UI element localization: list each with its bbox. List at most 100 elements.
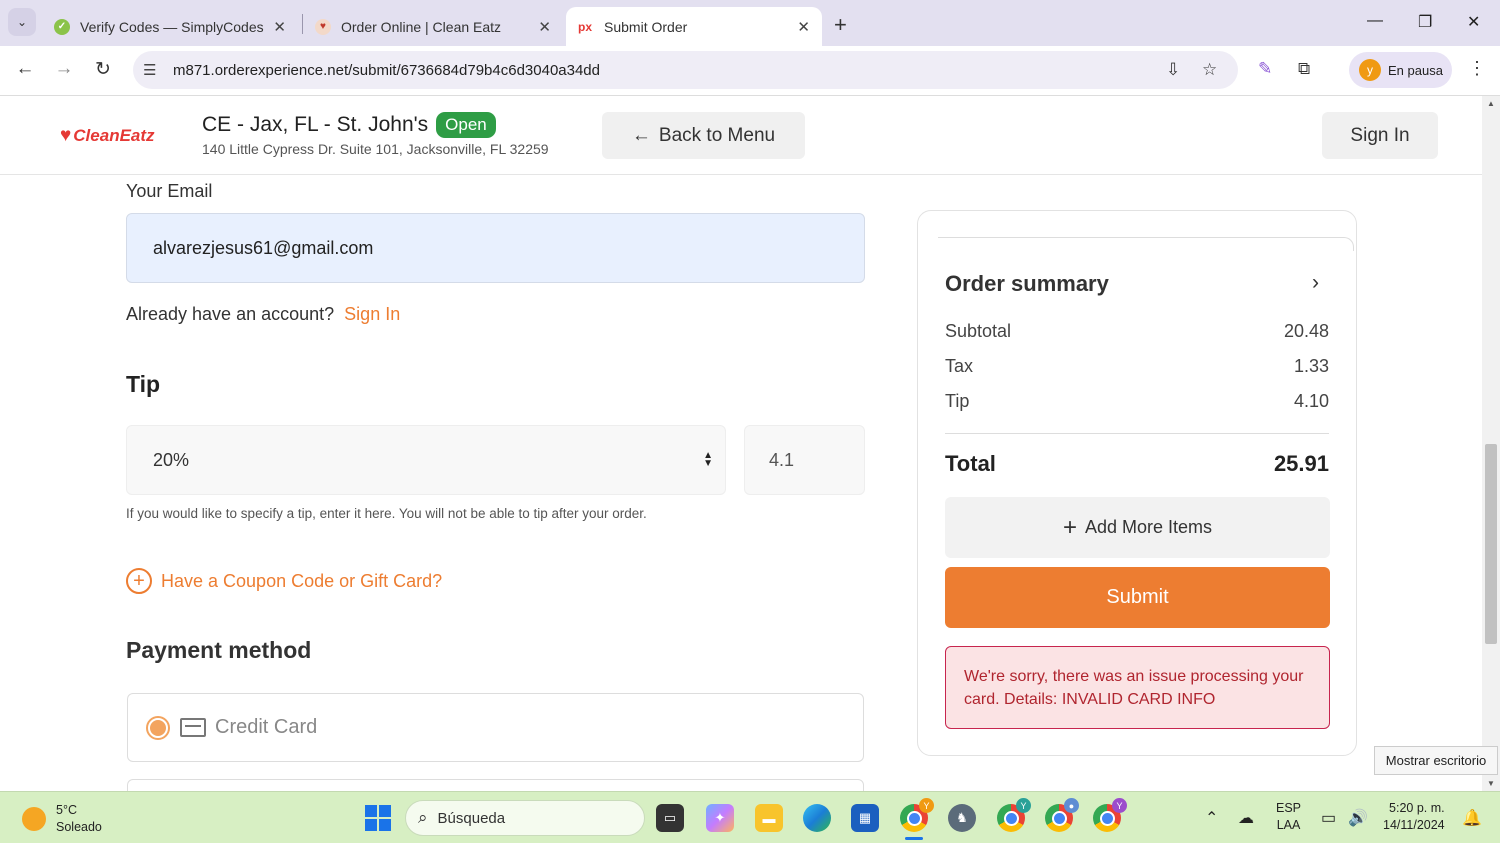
order-summary-title: Order summary	[945, 271, 1109, 296]
site-settings-icon[interactable]: ☰	[143, 61, 156, 79]
tip-help-text: If you would like to specify a tip, ente…	[126, 506, 647, 521]
lang-top: ESP	[1276, 801, 1302, 815]
profile-badge: Y	[919, 798, 934, 813]
forward-icon[interactable]: →	[51, 58, 77, 80]
microsoft-store-icon[interactable]: ▦	[851, 804, 879, 832]
network-icon[interactable]: ☁	[1238, 808, 1254, 828]
profile-badge: Y	[1016, 798, 1031, 813]
copilot-icon[interactable]: ✦	[706, 804, 734, 832]
tab-title: Order Online | Clean Eatz	[341, 18, 502, 35]
install-app-icon[interactable]: ⇩	[1166, 60, 1180, 80]
bookmark-star-icon[interactable]: ☆	[1202, 60, 1217, 80]
select-arrows-icon: ▲ ▼	[703, 450, 713, 469]
avatar: y	[1359, 59, 1381, 81]
subtotal-label: Subtotal	[945, 321, 1012, 341]
site-header: ♥ CleanEatz CE - Jax, FL - St. John's Op…	[0, 96, 1482, 175]
tab-clean-eatz[interactable]: ♥ Order Online | Clean Eatz ✕	[303, 7, 563, 46]
check-icon: ✓	[54, 18, 70, 35]
credit-card-option[interactable]: Credit Card	[127, 693, 864, 762]
clean-eatz-logo[interactable]: ♥ CleanEatz	[60, 125, 155, 147]
plus-circle-icon: +	[126, 568, 152, 594]
show-desktop-tooltip: Mostrar escritorio	[1374, 746, 1498, 775]
chevron-up-icon[interactable]: ⌃	[1205, 808, 1218, 828]
close-tab-icon[interactable]: ✕	[538, 18, 551, 36]
store-address: 140 Little Cypress Dr. Suite 101, Jackso…	[202, 141, 549, 157]
notifications-icon[interactable]: 🔔	[1462, 808, 1482, 828]
app-avatar-icon[interactable]: ♞	[948, 804, 976, 832]
pen-extension-icon[interactable]: ✎	[1258, 59, 1272, 79]
lang-bottom: LAA	[1276, 818, 1301, 832]
date-text: 14/11/2024	[1383, 818, 1445, 832]
new-tab-icon[interactable]: +	[834, 12, 847, 38]
scroll-down-icon[interactable]: ▼	[1487, 779, 1495, 788]
tab-verify-codes[interactable]: ✓ Verify Codes — SimplyCodes ✕	[42, 7, 298, 46]
tip-amount-input[interactable]: 4.1	[744, 425, 865, 495]
payment-method-heading: Payment method	[126, 637, 312, 663]
page-scrollbar[interactable]: ▲ ▼	[1482, 96, 1500, 791]
close-window-icon[interactable]: ✕	[1467, 12, 1480, 32]
checkout-content: Your Email alvarezjesus61@gmail.com Alre…	[0, 175, 1482, 791]
logo-text: CleanEatz	[73, 126, 155, 145]
taskbar-search[interactable]: ⌕ Búsqueda	[405, 800, 645, 836]
browser-menu-icon[interactable]: ⋮	[1468, 58, 1486, 79]
time-text: 5:20 p. m.	[1389, 801, 1445, 815]
weather-widget[interactable]: 5°C Soleado	[22, 802, 102, 836]
chevron-right-icon[interactable]: ›	[1312, 271, 1319, 295]
back-icon[interactable]: ←	[12, 58, 38, 80]
back-to-menu-label: Back to Menu	[658, 124, 776, 146]
sign-in-button[interactable]: Sign In	[1322, 112, 1438, 159]
tip-value: 4.10	[1293, 391, 1329, 411]
total-value: 25.91	[1273, 451, 1329, 476]
sun-icon	[22, 807, 46, 831]
chrome-icon[interactable]: Y	[900, 798, 934, 832]
account-prompt: Already have an account? Sign In	[126, 304, 400, 325]
task-view-icon[interactable]: ▭	[656, 804, 684, 832]
weather-temp: 5°C	[56, 803, 77, 817]
total-row: Total 25.91	[945, 451, 1329, 477]
coupon-toggle[interactable]: + Have a Coupon Code or Gift Card?	[126, 568, 442, 594]
submit-button[interactable]: Submit	[945, 567, 1330, 628]
reload-icon[interactable]: ↻	[90, 58, 116, 81]
url-text[interactable]: m871.orderexperience.net/submit/6736684d…	[173, 62, 600, 79]
scrollbar-thumb[interactable]	[1485, 444, 1497, 644]
add-more-items-button[interactable]: + Add More Items	[945, 497, 1330, 558]
address-bar[interactable]: ☰ m871.orderexperience.net/submit/673668…	[133, 51, 1238, 89]
file-explorer-icon[interactable]: ▬	[755, 804, 783, 832]
edge-icon[interactable]	[803, 804, 831, 832]
back-to-menu-button[interactable]: ← Back to Menu	[602, 112, 805, 159]
order-summary-panel: Order summary › Subtotal 20.48 Tax 1.33 …	[917, 210, 1357, 756]
tab-submit-order[interactable]: px Submit Order ✕	[566, 7, 822, 46]
arrow-left-icon: ←	[631, 124, 651, 146]
browser-tab-strip: ⌄ ✓ Verify Codes — SimplyCodes ✕ ♥ Order…	[0, 0, 1500, 46]
volume-icon[interactable]: 🔊	[1348, 808, 1368, 828]
close-tab-icon[interactable]: ✕	[273, 18, 286, 36]
account-prompt-text: Already have an account?	[126, 304, 335, 324]
windows-start-icon[interactable]	[365, 805, 391, 831]
chrome-profile-icon[interactable]: ●	[1045, 798, 1079, 832]
restore-icon[interactable]: ❐	[1418, 12, 1432, 32]
clock[interactable]: 5:20 p. m. 14/11/2024	[1383, 800, 1445, 834]
tip-row: Tip 4.10	[945, 391, 1329, 412]
payment-option-partial[interactable]	[127, 779, 864, 791]
email-field[interactable]: alvarezjesus61@gmail.com	[126, 213, 865, 283]
tab-search-dropdown[interactable]: ⌄	[8, 8, 36, 36]
scroll-up-icon[interactable]: ▲	[1487, 99, 1495, 108]
minimize-icon[interactable]: —	[1367, 12, 1383, 30]
sign-in-link[interactable]: Sign In	[344, 304, 400, 324]
chrome-profile-icon[interactable]: Y	[1093, 798, 1127, 832]
active-app-indicator	[905, 837, 923, 840]
browser-toolbar: ← → ↻ ☰ m871.orderexperience.net/submit/…	[0, 46, 1500, 96]
language-indicator[interactable]: ESP LAA	[1276, 800, 1301, 834]
extensions-puzzle-icon[interactable]: ⧉	[1298, 59, 1310, 79]
radio-selected-icon[interactable]	[146, 715, 170, 740]
chrome-profile-icon[interactable]: Y	[997, 798, 1031, 832]
close-tab-icon[interactable]: ✕	[797, 18, 810, 36]
profile-button[interactable]: y En pausa	[1349, 52, 1452, 88]
profile-status: En pausa	[1388, 62, 1443, 78]
display-icon[interactable]: ▭	[1321, 808, 1336, 828]
card-error-alert: We're sorry, there was an issue processi…	[945, 646, 1330, 729]
tip-percentage-select[interactable]: 20% ▲ ▼	[126, 425, 726, 495]
search-icon: ⌕	[418, 808, 428, 827]
windows-taskbar: 5°C Soleado ⌕ Búsqueda ▭ ✦ ▬ ▦ Y ♞ Y ● Y…	[0, 791, 1500, 843]
profile-badge-icon: ●	[1064, 798, 1079, 813]
